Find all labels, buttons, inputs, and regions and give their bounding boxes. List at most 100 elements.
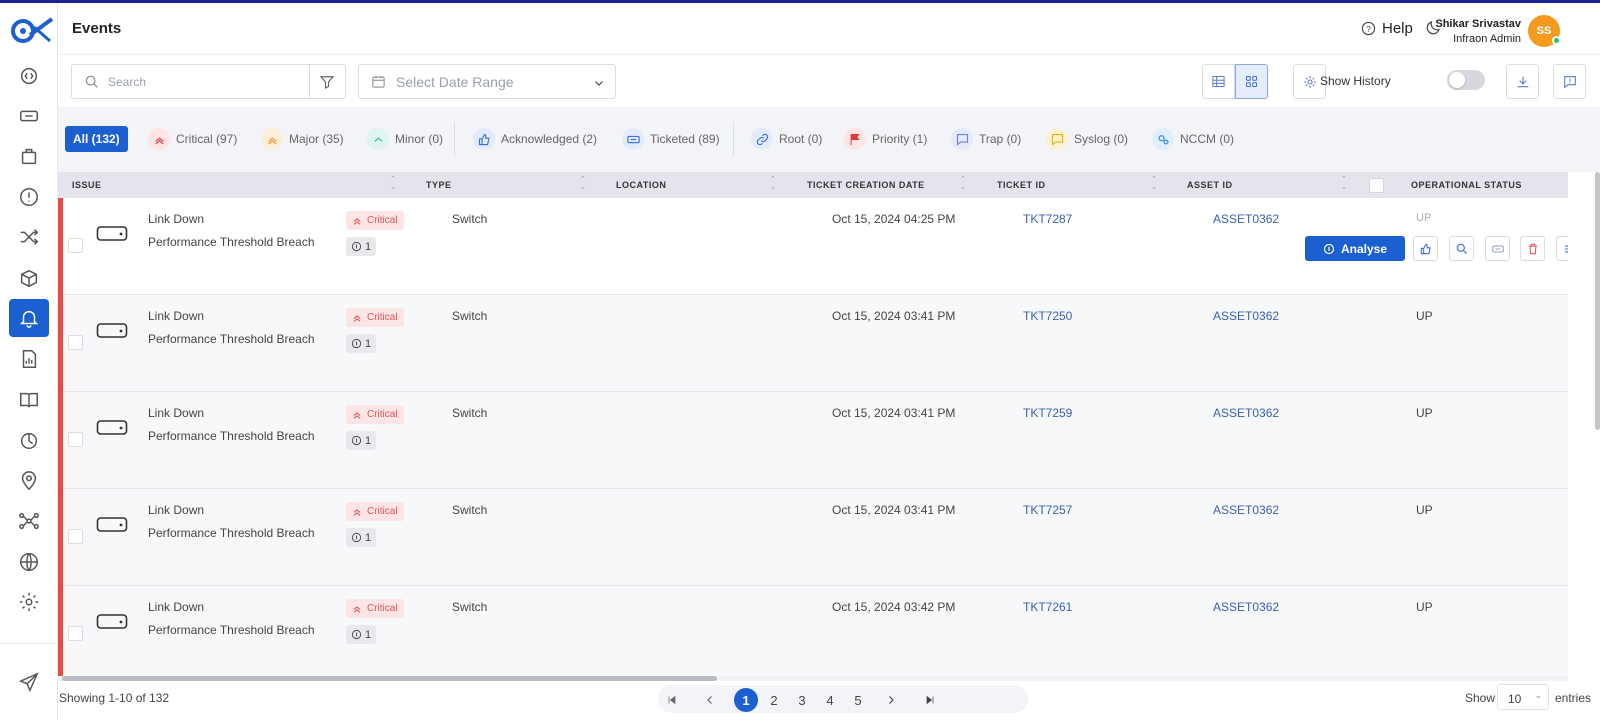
column-header-ticket-id[interactable]: TICKET ID	[997, 180, 1046, 190]
shuffle-icon[interactable]	[9, 218, 49, 256]
analyse-button[interactable]: Analyse	[1305, 236, 1405, 261]
filter-chip-priority[interactable]: Priority (1)	[836, 126, 935, 152]
asset-id-cell[interactable]: ASSET0362	[1213, 406, 1279, 420]
event-title[interactable]: Link Down	[148, 212, 204, 226]
sort-icon[interactable]: ⌃ ⌄	[1151, 176, 1157, 192]
network-icon[interactable]	[9, 502, 49, 540]
page-size-select[interactable]: 10 ⌄	[1497, 684, 1549, 710]
acknowledge-button[interactable]	[1413, 236, 1438, 261]
event-title[interactable]: Link Down	[148, 600, 204, 614]
table-row[interactable]: Link Down Performance Threshold Breach C…	[58, 198, 1568, 295]
date-range-picker[interactable]: Select Date Range	[358, 64, 616, 99]
download-button[interactable]	[1506, 64, 1539, 99]
row-checkbox[interactable]	[68, 529, 83, 544]
show-history-toggle[interactable]	[1447, 70, 1485, 90]
sort-icon[interactable]: ⌃ ⌄	[580, 176, 586, 192]
grid-view-button[interactable]	[1235, 64, 1268, 99]
asset-id-cell[interactable]: ASSET0362	[1213, 212, 1279, 226]
asset-id-cell[interactable]: ASSET0362	[1213, 309, 1279, 323]
filter-chip-root[interactable]: Root (0)	[743, 126, 830, 152]
first-page-icon[interactable]	[660, 688, 684, 712]
report-icon[interactable]	[9, 340, 49, 378]
sort-icon[interactable]: ⌃ ⌄	[770, 176, 776, 192]
filter-chip-acknowledged[interactable]: Acknowledged (2)	[465, 126, 605, 152]
ticket-id-cell[interactable]: TKT7261	[1023, 600, 1072, 614]
avatar[interactable]: SS	[1528, 15, 1561, 47]
feedback-button[interactable]	[1553, 64, 1586, 99]
table-row[interactable]: Link Down Performance Threshold Breach C…	[58, 586, 1568, 676]
scrollbar-thumb[interactable]	[62, 676, 717, 681]
infraon-logo[interactable]	[8, 13, 54, 49]
ticket-id-cell[interactable]: TKT7259	[1023, 406, 1072, 420]
filter-chip-all[interactable]: All (132)	[65, 126, 128, 152]
table-row[interactable]: Link Down Performance Threshold Breach C…	[58, 392, 1568, 489]
filter-chip-trap[interactable]: Trap (0)	[943, 126, 1029, 152]
sort-icon[interactable]: ⌃ ⌄	[390, 176, 396, 192]
table-row[interactable]: Link Down Performance Threshold Breach C…	[58, 295, 1568, 392]
send-icon[interactable]	[9, 663, 49, 701]
occurrence-count[interactable]: 1	[346, 625, 377, 644]
table-row[interactable]: Link Down Performance Threshold Breach C…	[58, 489, 1568, 586]
column-header-operational-status[interactable]: OPERATIONAL STATUS	[1411, 180, 1522, 190]
occurrence-count[interactable]: 1	[346, 237, 377, 256]
list-view-button[interactable]	[1202, 64, 1235, 99]
book-icon[interactable]	[9, 381, 49, 419]
row-checkbox[interactable]	[68, 626, 83, 641]
page-2[interactable]: 2	[762, 688, 786, 712]
user-info[interactable]: Shikar Srivastav Infraon Admin	[1374, 17, 1521, 47]
sort-icon[interactable]: ⌃ ⌄	[960, 176, 966, 192]
ticket-button[interactable]	[1485, 236, 1510, 261]
page-3[interactable]: 3	[790, 688, 814, 712]
sort-icon[interactable]: ⌃ ⌄	[1341, 176, 1347, 192]
column-header-asset-id[interactable]: ASSET ID	[1187, 180, 1233, 190]
column-header-ticket-creation-date[interactable]: TICKET CREATION DATE	[807, 180, 925, 190]
horizontal-scrollbar[interactable]	[58, 676, 1568, 681]
row-checkbox[interactable]	[68, 432, 83, 447]
filter-chip-minor[interactable]: Minor (0)	[359, 126, 451, 152]
event-title[interactable]: Link Down	[148, 406, 204, 420]
column-header-location[interactable]: LOCATION	[616, 180, 666, 190]
occurrence-count[interactable]: 1	[346, 528, 377, 547]
select-all-checkbox[interactable]	[1369, 178, 1384, 193]
asset-id-cell[interactable]: ASSET0362	[1213, 503, 1279, 517]
column-header-type[interactable]: TYPE	[426, 180, 452, 190]
next-page-icon[interactable]	[879, 688, 903, 712]
occurrence-count[interactable]: 1	[346, 431, 377, 450]
filter-chip-ticketed[interactable]: Ticketed (89)	[614, 126, 728, 152]
column-header-issue[interactable]: ISSUE	[72, 180, 102, 190]
page-4[interactable]: 4	[818, 688, 842, 712]
filter-icon[interactable]	[318, 73, 336, 91]
row-checkbox[interactable]	[68, 335, 83, 350]
more-options-button[interactable]	[1556, 236, 1568, 261]
search-button[interactable]	[1449, 236, 1474, 261]
ticket-id-cell[interactable]: TKT7250	[1023, 309, 1072, 323]
ticket-id-cell[interactable]: TKT7287	[1023, 212, 1072, 226]
filter-chip-nccm[interactable]: NCCM (0)	[1144, 126, 1242, 152]
code-gear-icon[interactable]	[9, 57, 49, 95]
occurrence-count[interactable]: 1	[346, 334, 377, 353]
search-input[interactable]	[108, 74, 298, 89]
globe-icon[interactable]	[9, 543, 49, 581]
asset-id-cell[interactable]: ASSET0362	[1213, 600, 1279, 614]
ticket-icon[interactable]	[9, 97, 49, 135]
last-page-icon[interactable]	[918, 688, 942, 712]
delete-button[interactable]	[1520, 236, 1545, 261]
settings-icon[interactable]	[9, 583, 49, 621]
page-5[interactable]: 5	[846, 688, 870, 712]
filter-chip-syslog[interactable]: Syslog (0)	[1038, 126, 1136, 152]
event-title[interactable]: Link Down	[148, 309, 204, 323]
event-title[interactable]: Link Down	[148, 503, 204, 517]
alert-icon[interactable]	[9, 178, 49, 216]
bag-icon[interactable]	[9, 137, 49, 175]
page-1[interactable]: 1	[734, 688, 758, 712]
ticket-id-cell[interactable]: TKT7257	[1023, 503, 1072, 517]
filter-chip-critical[interactable]: Critical (97)	[140, 126, 245, 152]
filter-chip-major[interactable]: Major (35)	[253, 126, 352, 152]
box-icon[interactable]	[9, 259, 49, 297]
bell-icon[interactable]	[9, 299, 49, 337]
location-icon[interactable]	[9, 462, 49, 500]
timer-icon[interactable]	[9, 421, 49, 459]
previous-page-icon[interactable]	[698, 688, 722, 712]
row-checkbox[interactable]	[68, 238, 83, 253]
vertical-scrollbar[interactable]	[1595, 172, 1600, 430]
